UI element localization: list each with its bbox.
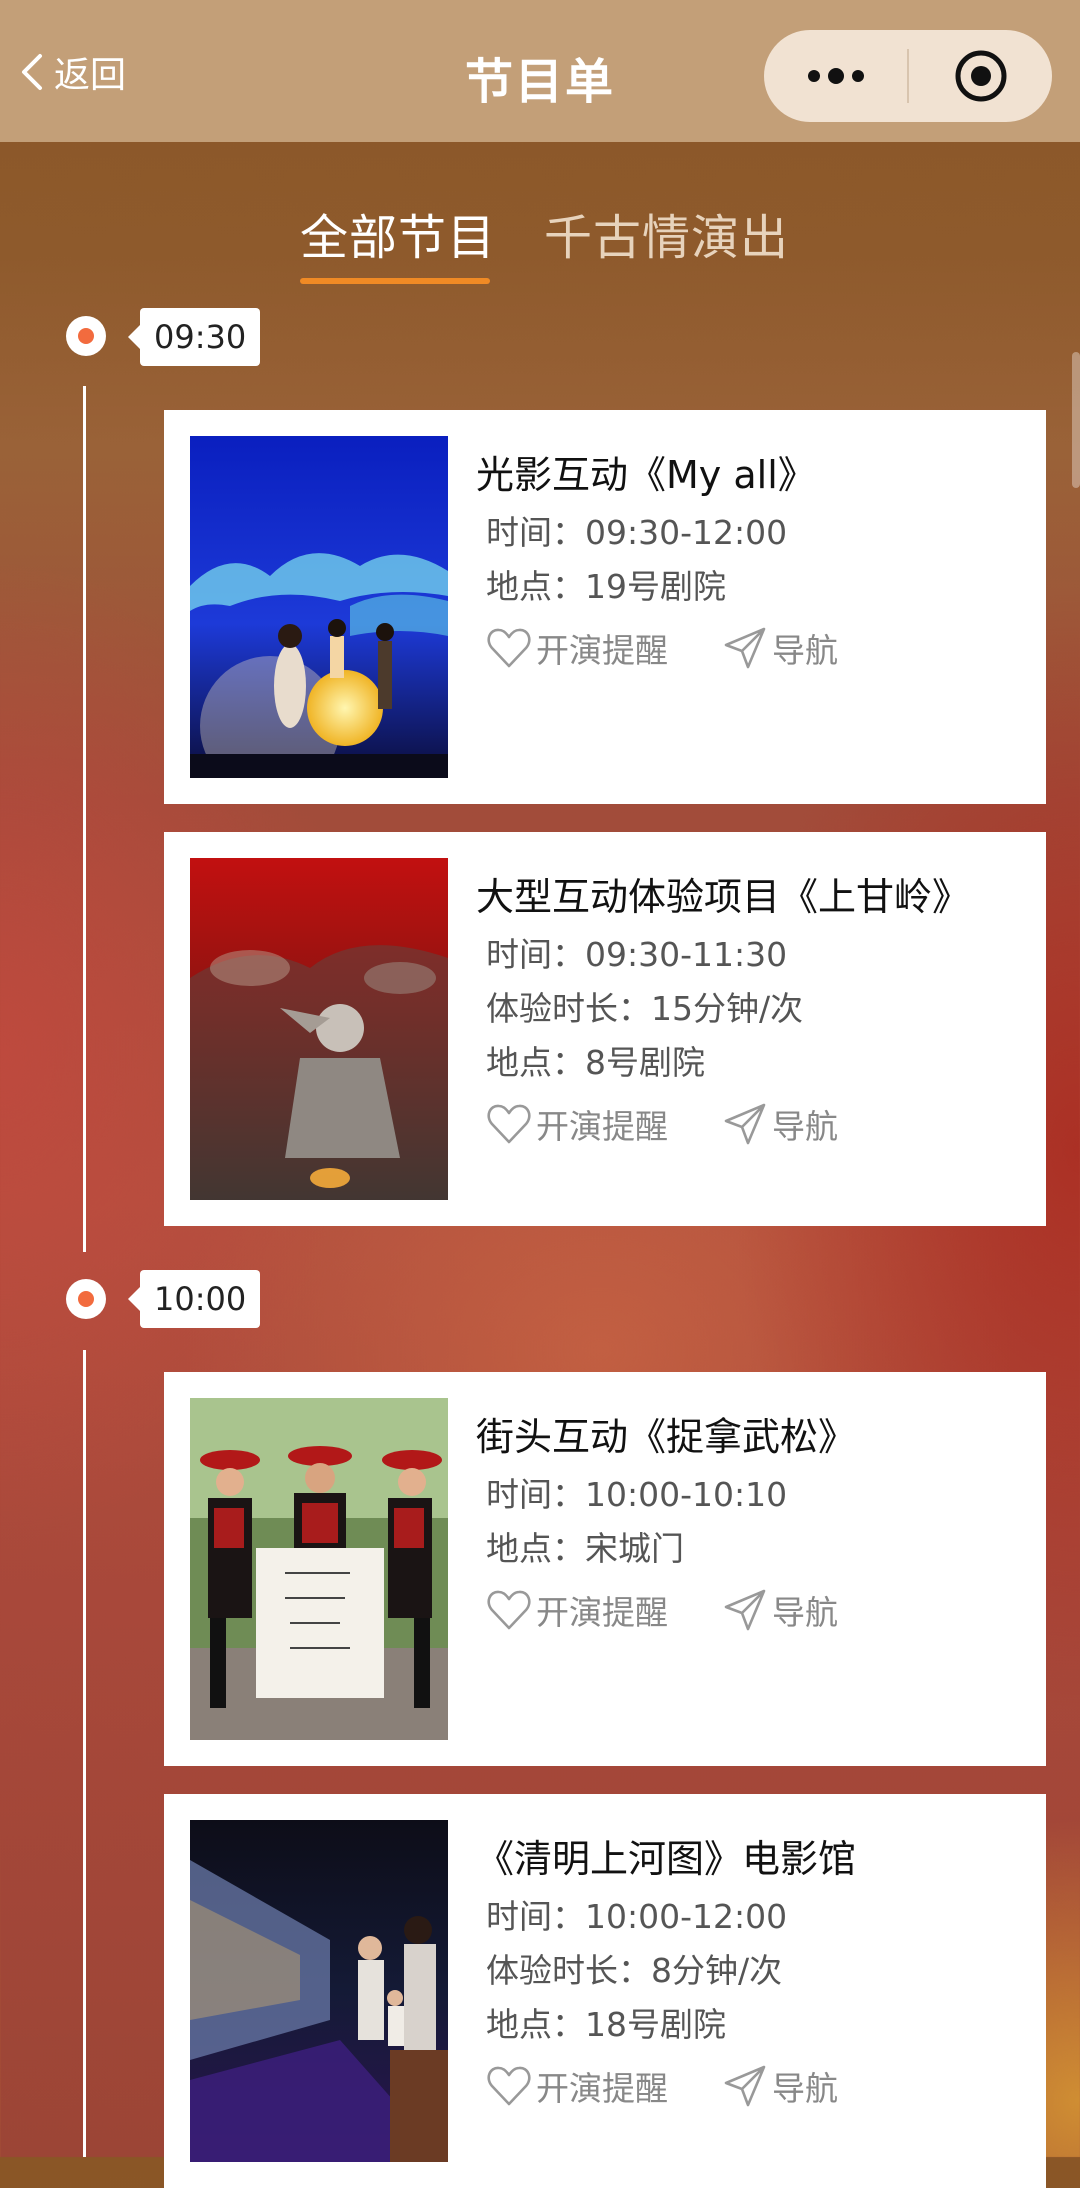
heart-icon — [487, 1590, 531, 1630]
navigation-arrow-icon — [724, 1103, 766, 1145]
show-time: 时间：10:00-10:10 — [486, 1475, 788, 1514]
nav-bar: 返回 节目单 — [0, 0, 1080, 142]
navigation-arrow-icon — [724, 627, 766, 669]
timeline-line — [83, 1350, 86, 2157]
show-card[interactable]: 大型互动体验项目《上甘岭》 时间：09:30-11:30 体验时长：15分钟/次… — [164, 832, 1046, 1226]
heart-icon — [487, 628, 531, 668]
remind-button[interactable]: 开演提醒 — [486, 2062, 668, 2110]
show-time: 时间：10:00-12:00 — [486, 1897, 788, 1936]
navigation-arrow-icon — [724, 1589, 766, 1631]
show-duration: 体验时长：15分钟/次 — [486, 989, 804, 1028]
remind-button[interactable]: 开演提醒 — [486, 1586, 668, 1634]
navigate-button[interactable]: 导航 — [722, 2062, 838, 2110]
close-mini-program-button[interactable] — [909, 30, 1052, 122]
show-thumbnail — [190, 1820, 448, 2162]
tab-qiangu-shows[interactable]: 千古情演出 — [544, 198, 789, 268]
show-location: 地点：宋城门 — [486, 1529, 684, 1568]
target-circle-icon — [955, 50, 1006, 102]
show-card[interactable]: 《清明上河图》电影馆 时间：10:00-12:00 体验时长：8分钟/次 地点：… — [164, 1794, 1046, 2188]
remind-label: 开演提醒 — [536, 1593, 668, 1632]
navigate-button[interactable]: 导航 — [722, 1586, 838, 1634]
timeline-line — [83, 386, 86, 1252]
remind-label: 开演提醒 — [536, 631, 668, 670]
remind-button[interactable]: 开演提醒 — [486, 1100, 668, 1148]
remind-label: 开演提醒 — [536, 2069, 668, 2108]
show-location: 地点：18号剧院 — [486, 2005, 726, 2044]
show-thumbnail — [190, 436, 448, 778]
show-time: 时间：09:30-12:00 — [486, 513, 788, 552]
navigate-label: 导航 — [772, 2069, 838, 2108]
navigation-arrow-icon — [724, 2065, 766, 2107]
scrollbar[interactable] — [1072, 352, 1080, 488]
tab-bar: 全部节目 千古情演出 — [0, 198, 1080, 288]
more-dots-icon — [807, 68, 864, 84]
more-button[interactable] — [764, 30, 907, 122]
show-thumbnail — [190, 1398, 448, 1740]
remind-button[interactable]: 开演提醒 — [486, 624, 668, 672]
show-card[interactable]: 街头互动《捉拿武松》 时间：10:00-10:10 地点：宋城门 开演提醒 导航 — [164, 1372, 1046, 1766]
timeline-dot — [66, 316, 106, 356]
timeline-time-label: 09:30 — [127, 308, 261, 366]
show-location: 地点：19号剧院 — [486, 567, 726, 606]
show-title: 街头互动《捉拿武松》 — [476, 1415, 857, 1459]
navigate-label: 导航 — [772, 631, 838, 670]
show-location: 地点：8号剧院 — [486, 1043, 705, 1082]
tab-active-indicator — [300, 278, 490, 284]
navigate-label: 导航 — [772, 1593, 838, 1632]
show-title: 《清明上河图》电影馆 — [476, 1837, 857, 1881]
navigate-button[interactable]: 导航 — [722, 1100, 838, 1148]
heart-icon — [487, 2066, 531, 2106]
show-time: 时间：09:30-11:30 — [486, 935, 788, 974]
timeline-dot — [66, 1279, 106, 1319]
show-thumbnail — [190, 858, 448, 1200]
navigate-label: 导航 — [772, 1107, 838, 1146]
tab-all-shows[interactable]: 全部节目 — [300, 198, 496, 268]
mini-program-capsule — [764, 30, 1052, 122]
show-card[interactable]: 光影互动《My all》 时间：09:30-12:00 地点：19号剧院 开演提… — [164, 410, 1046, 804]
heart-icon — [487, 1104, 531, 1144]
timeline-time-label: 10:00 — [127, 1270, 261, 1328]
navigate-button[interactable]: 导航 — [722, 624, 838, 672]
show-title: 光影互动《My all》 — [476, 453, 816, 497]
show-duration: 体验时长：8分钟/次 — [486, 1951, 783, 1990]
remind-label: 开演提醒 — [536, 1107, 668, 1146]
show-title: 大型互动体验项目《上甘岭》 — [476, 875, 971, 919]
